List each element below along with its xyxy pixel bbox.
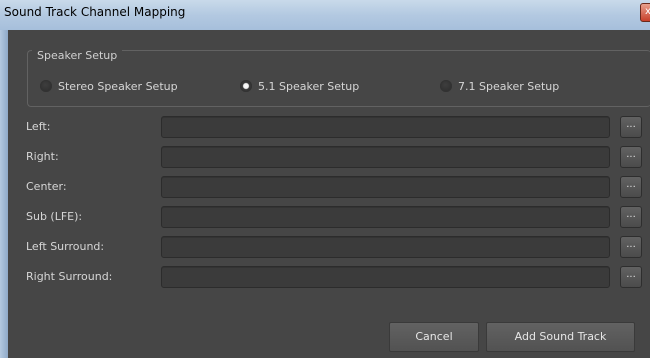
radio-icon: [40, 80, 52, 92]
ellipsis-icon: ...: [626, 149, 636, 160]
left-surround-channel-field[interactable]: [161, 236, 610, 258]
right-channel-field[interactable]: [161, 146, 610, 168]
ellipsis-icon: ...: [626, 239, 636, 250]
add-sound-track-button[interactable]: Add Sound Track: [486, 322, 635, 352]
close-icon: x: [645, 6, 650, 17]
radio-7-1-speaker-setup[interactable]: 7.1 Speaker Setup: [440, 78, 559, 94]
right-surround-channel-label: Right Surround:: [26, 270, 113, 283]
center-channel-browse-button[interactable]: ...: [620, 176, 642, 198]
left-surround-channel-browse-button[interactable]: ...: [620, 236, 642, 258]
ellipsis-icon: ...: [626, 269, 636, 280]
dialog-body: Speaker Setup Stereo Speaker Setup 5.1 S…: [8, 30, 650, 358]
radio-label: 5.1 Speaker Setup: [258, 79, 360, 93]
radio-5-1-speaker-setup[interactable]: 5.1 Speaker Setup: [240, 78, 359, 94]
close-button[interactable]: x: [640, 3, 650, 22]
radio-checked-icon: [240, 80, 252, 92]
radio-icon: [440, 80, 452, 92]
ellipsis-icon: ...: [626, 179, 636, 190]
sub-lfe-channel-label: Sub (LFE):: [26, 210, 83, 223]
window-frame-left: [0, 30, 8, 358]
radio-label: 7.1 Speaker Setup: [458, 79, 560, 93]
radio-label: Stereo Speaker Setup: [58, 79, 178, 93]
cancel-button[interactable]: Cancel: [389, 322, 479, 352]
radio-stereo-speaker-setup[interactable]: Stereo Speaker Setup: [40, 78, 178, 94]
sub-lfe-channel-field[interactable]: [161, 206, 610, 228]
title-bar: Sound Track Channel Mapping x: [0, 0, 650, 30]
ellipsis-icon: ...: [626, 119, 636, 130]
left-surround-channel-label: Left Surround:: [26, 240, 105, 253]
window-title: Sound Track Channel Mapping: [4, 5, 186, 19]
right-channel-browse-button[interactable]: ...: [620, 146, 642, 168]
sub-lfe-channel-browse-button[interactable]: ...: [620, 206, 642, 228]
left-channel-label: Left:: [26, 120, 51, 133]
left-channel-field[interactable]: [161, 116, 610, 138]
center-channel-field[interactable]: [161, 176, 610, 198]
right-surround-channel-browse-button[interactable]: ...: [620, 266, 642, 288]
center-channel-label: Center:: [26, 180, 67, 193]
speaker-setup-legend: Speaker Setup: [32, 49, 123, 62]
ellipsis-icon: ...: [626, 209, 636, 220]
right-surround-channel-field[interactable]: [161, 266, 610, 288]
right-channel-label: Right:: [26, 150, 59, 163]
left-channel-browse-button[interactable]: ...: [620, 116, 642, 138]
